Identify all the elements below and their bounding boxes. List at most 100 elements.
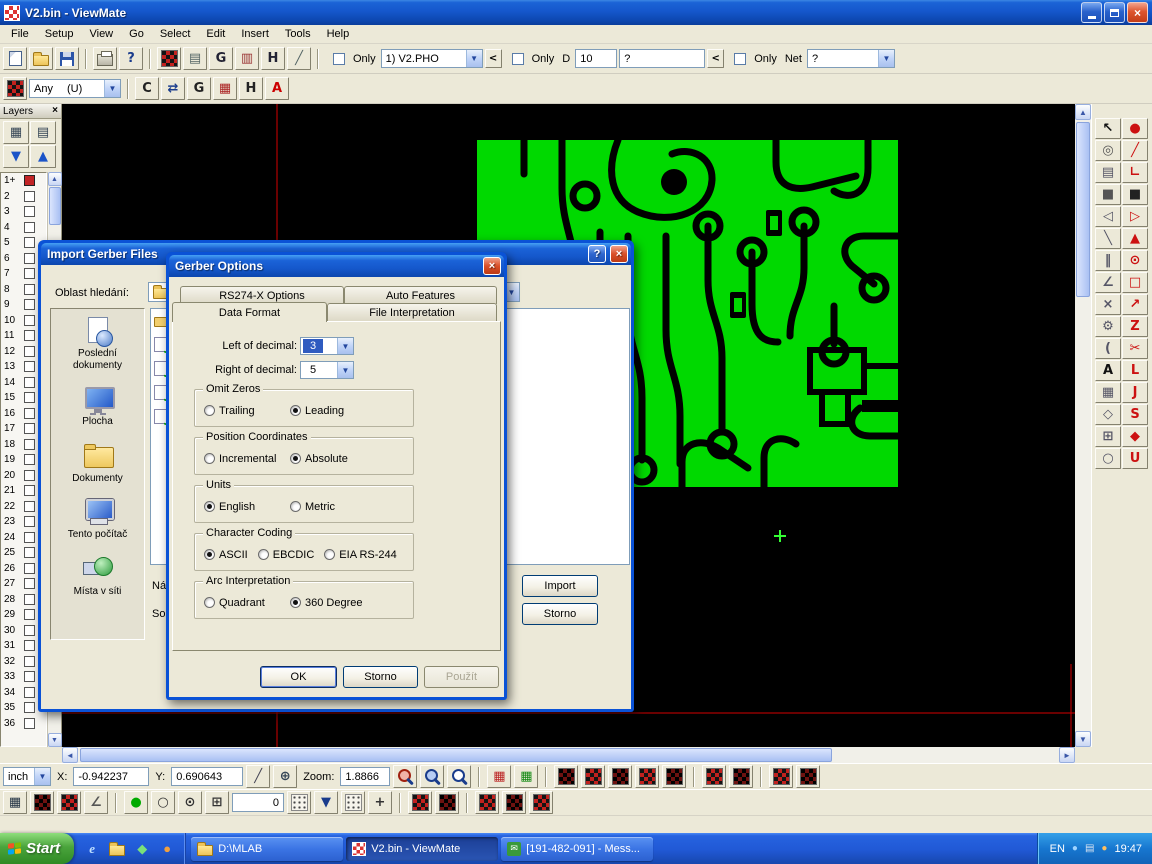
j-shape-icon[interactable]: J [1122, 382, 1148, 403]
scroll-left-icon[interactable]: ◄ [62, 747, 78, 763]
help-arrow-icon[interactable]: ? [119, 47, 143, 70]
app-icon-orange[interactable]: ● [158, 840, 176, 858]
scroll-right-icon[interactable]: ► [1059, 747, 1075, 763]
select-cursor-icon[interactable]: ↖ [1095, 118, 1121, 139]
x-coordinate[interactable]: -0.942237 [73, 767, 149, 786]
radio-trailing[interactable]: Trailing [204, 405, 290, 417]
menu-help[interactable]: Help [319, 26, 358, 42]
open-folder-icon[interactable] [29, 47, 53, 70]
zoom-window-icon[interactable] [420, 765, 444, 788]
cancel-button[interactable]: Storno [522, 603, 598, 625]
layer-color-swatch[interactable] [24, 361, 35, 372]
menu-insert[interactable]: Insert [233, 26, 277, 42]
layer-color-swatch[interactable] [24, 454, 35, 465]
cancel-button[interactable]: Storno [343, 666, 418, 688]
restore-button[interactable] [1104, 2, 1125, 23]
arc-tool-icon[interactable]: ( [1095, 338, 1121, 359]
tab-auto-features[interactable]: Auto Features [344, 286, 497, 304]
vertical-scrollbar[interactable]: ▲ ▼ [1075, 104, 1091, 747]
tab-file-interpretation[interactable]: File Interpretation [327, 303, 497, 321]
triangle-tool-icon[interactable]: ▲ [1122, 228, 1148, 249]
layer-color-swatch[interactable] [24, 439, 35, 450]
move-up-icon[interactable]: ▲ [30, 145, 56, 168]
layer-color-swatch[interactable] [24, 206, 35, 217]
delete-tool-icon[interactable]: × [1095, 294, 1121, 315]
radio-metric[interactable]: Metric [290, 501, 376, 513]
layer-color-swatch[interactable] [24, 392, 35, 403]
layer-color-swatch[interactable] [24, 640, 35, 651]
radio-incremental[interactable]: Incremental [204, 453, 290, 465]
s-shape-icon[interactable]: S [1122, 404, 1148, 425]
grid-green-icon[interactable]: ▦ [514, 765, 538, 788]
probe-icon[interactable]: ⊙ [178, 791, 202, 814]
close-icon[interactable]: × [483, 257, 501, 275]
mirror-left-icon[interactable]: ◁ [1095, 206, 1121, 227]
horizontal-scrollbar[interactable]: ◄ ► [62, 747, 1075, 763]
dcode-pattern-icon[interactable] [157, 47, 181, 70]
dcode-input[interactable]: 10 [575, 49, 617, 68]
task-button-messenger[interactable]: ✉ [191-482-091] - Mess... [501, 837, 653, 861]
layer-row[interactable]: 3 [1, 204, 46, 220]
dcode-query-input[interactable]: ? [619, 49, 705, 68]
fill-tool-icon[interactable]: ■ [1095, 184, 1121, 205]
only-dcode-checkbox[interactable] [512, 53, 524, 65]
dot-grid-1-icon[interactable] [287, 791, 311, 814]
layer-merge-icon[interactable]: ▤ [30, 121, 56, 144]
place-desktop[interactable]: Plocha [53, 385, 143, 428]
slope-tool-icon[interactable]: ╲ [1095, 228, 1121, 249]
ok-button[interactable]: OK [260, 666, 337, 688]
measure-icon[interactable]: ╱ [246, 765, 270, 788]
pattern-1-icon[interactable] [554, 765, 578, 788]
layer-color-swatch[interactable] [24, 625, 35, 636]
left-decimal-combo[interactable]: 3 ▼ [300, 337, 354, 355]
select-g-icon[interactable]: G [209, 47, 233, 70]
place-documents[interactable]: Dokumenty [53, 442, 143, 485]
chevron-down-icon[interactable]: ▼ [34, 768, 50, 785]
menu-file[interactable]: File [3, 26, 37, 42]
layer-color-swatch[interactable] [24, 470, 35, 481]
minimize-button[interactable] [1081, 2, 1102, 23]
layer-color-swatch[interactable] [24, 346, 35, 357]
place-recent[interactable]: Poslední dokumenty [53, 317, 143, 371]
layer-color-swatch[interactable] [24, 671, 35, 682]
grid-red-icon[interactable]: ▦ [487, 765, 511, 788]
radio-ascii[interactable]: ASCII [204, 549, 248, 561]
swap-icon[interactable]: ⇄ [161, 77, 185, 100]
apply-button[interactable]: Použít [424, 666, 499, 688]
angle-tool-icon[interactable]: ∠ [1095, 272, 1121, 293]
grid-aperture-icon[interactable]: ▦ [213, 77, 237, 100]
menu-tools[interactable]: Tools [277, 26, 319, 42]
menu-go[interactable]: Go [121, 26, 152, 42]
app-icon-green[interactable]: ◆ [133, 840, 151, 858]
zoom-value[interactable]: 1.8866 [340, 767, 390, 786]
pattern-b-icon[interactable] [57, 791, 81, 814]
angle-icon[interactable]: ∠ [84, 791, 108, 814]
layer-color-swatch[interactable] [24, 268, 35, 279]
net-filter-combo[interactable]: ? ▼ [807, 49, 895, 68]
pattern-3-icon[interactable] [608, 765, 632, 788]
help-icon[interactable]: ? [588, 245, 606, 263]
chevron-down-icon[interactable]: ▼ [104, 80, 120, 97]
layer-color-swatch[interactable] [24, 656, 35, 667]
anchor-down-icon[interactable]: ▼ [314, 791, 338, 814]
radio-quadrant[interactable]: Quadrant [204, 597, 290, 609]
h-aperture-icon[interactable]: H [239, 77, 263, 100]
chevron-down-icon[interactable]: ▼ [878, 50, 894, 67]
menu-view[interactable]: View [81, 26, 121, 42]
start-button[interactable]: Start [0, 833, 74, 864]
pad-tool-icon[interactable]: ● [1122, 118, 1148, 139]
layer-color-swatch[interactable] [24, 609, 35, 620]
chevron-down-icon[interactable]: ▼ [337, 362, 353, 378]
layer-color-swatch[interactable] [24, 687, 35, 698]
pan-tool-icon[interactable]: ◎ [1095, 140, 1121, 161]
block-tool-icon[interactable]: ■ [1122, 184, 1148, 205]
layer-color-swatch[interactable] [24, 578, 35, 589]
layer-order-icon[interactable]: ▦ [3, 121, 29, 144]
pattern-g-icon[interactable] [529, 791, 553, 814]
radio-ebcdic[interactable]: EBCDIC [258, 549, 315, 561]
unit-combo[interactable]: inch ▼ [3, 767, 51, 786]
right-decimal-combo[interactable]: 5 ▼ [300, 361, 354, 379]
scrollbar-thumb[interactable] [1076, 122, 1090, 297]
pattern-e-icon[interactable] [475, 791, 499, 814]
chevron-down-icon[interactable]: ▼ [337, 338, 353, 354]
